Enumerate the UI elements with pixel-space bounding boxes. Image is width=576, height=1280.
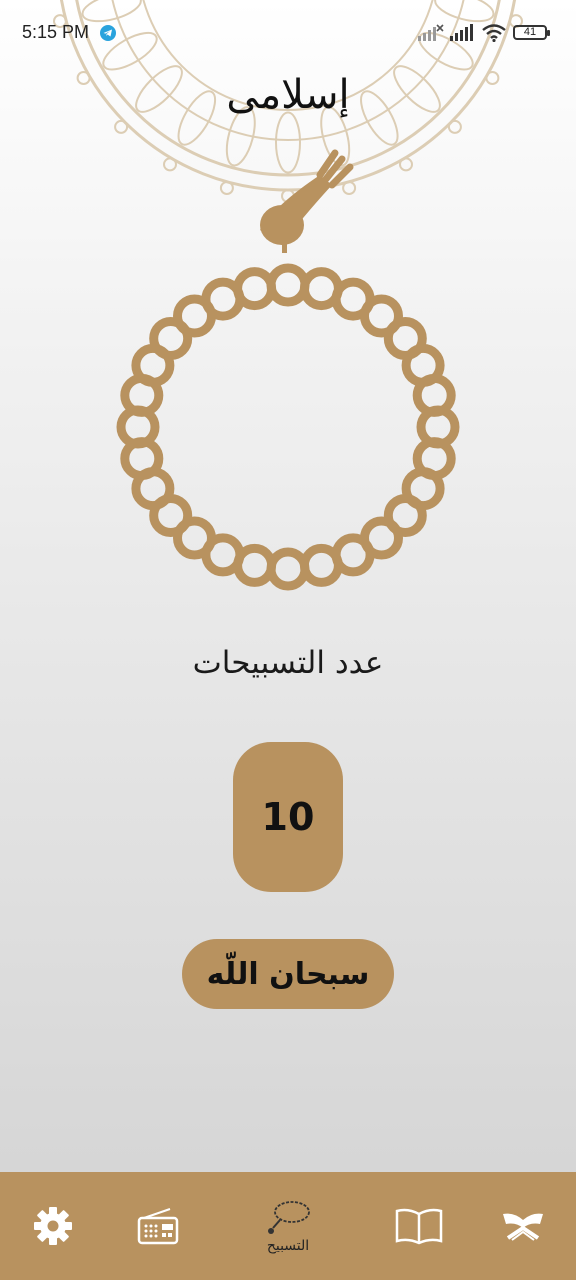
bead xyxy=(266,263,310,307)
telegram-icon xyxy=(100,25,116,41)
nav-tasbih-label: التسبيح xyxy=(266,1238,310,1254)
app-title: إسلامى xyxy=(226,72,350,118)
bead xyxy=(266,547,310,591)
nav-settings[interactable] xyxy=(8,1172,98,1280)
battery-icon: 41 xyxy=(513,25,550,40)
wifi-icon xyxy=(482,24,506,42)
bottom-nav: التسبيح xyxy=(0,1172,576,1280)
status-bar: 5:15 PM 41 xyxy=(0,0,576,68)
bead xyxy=(233,267,277,311)
nav-book[interactable] xyxy=(374,1172,464,1280)
radio-icon xyxy=(137,1208,179,1245)
dhikr-button[interactable]: سبحان اللّه xyxy=(182,939,394,1009)
quran-stand-icon xyxy=(503,1213,543,1241)
tasbih-count-label: عدد التسبيحات xyxy=(192,645,384,681)
settings-gear-icon xyxy=(34,1207,72,1245)
tasbih-icon xyxy=(268,1201,310,1234)
nav-quran[interactable] xyxy=(478,1172,568,1280)
bead xyxy=(299,543,343,587)
status-time: 5:15 PM xyxy=(22,22,90,42)
nav-tasbih[interactable]: التسبيح xyxy=(243,1172,333,1280)
signal-icon xyxy=(450,24,473,41)
tasbih-beads[interactable] xyxy=(110,135,470,605)
nav-radio[interactable] xyxy=(113,1172,203,1280)
tasbih-counter: 10 xyxy=(233,742,343,892)
book-icon xyxy=(395,1208,443,1245)
battery-level: 41 xyxy=(523,26,537,38)
signal-x-icon xyxy=(418,24,444,41)
